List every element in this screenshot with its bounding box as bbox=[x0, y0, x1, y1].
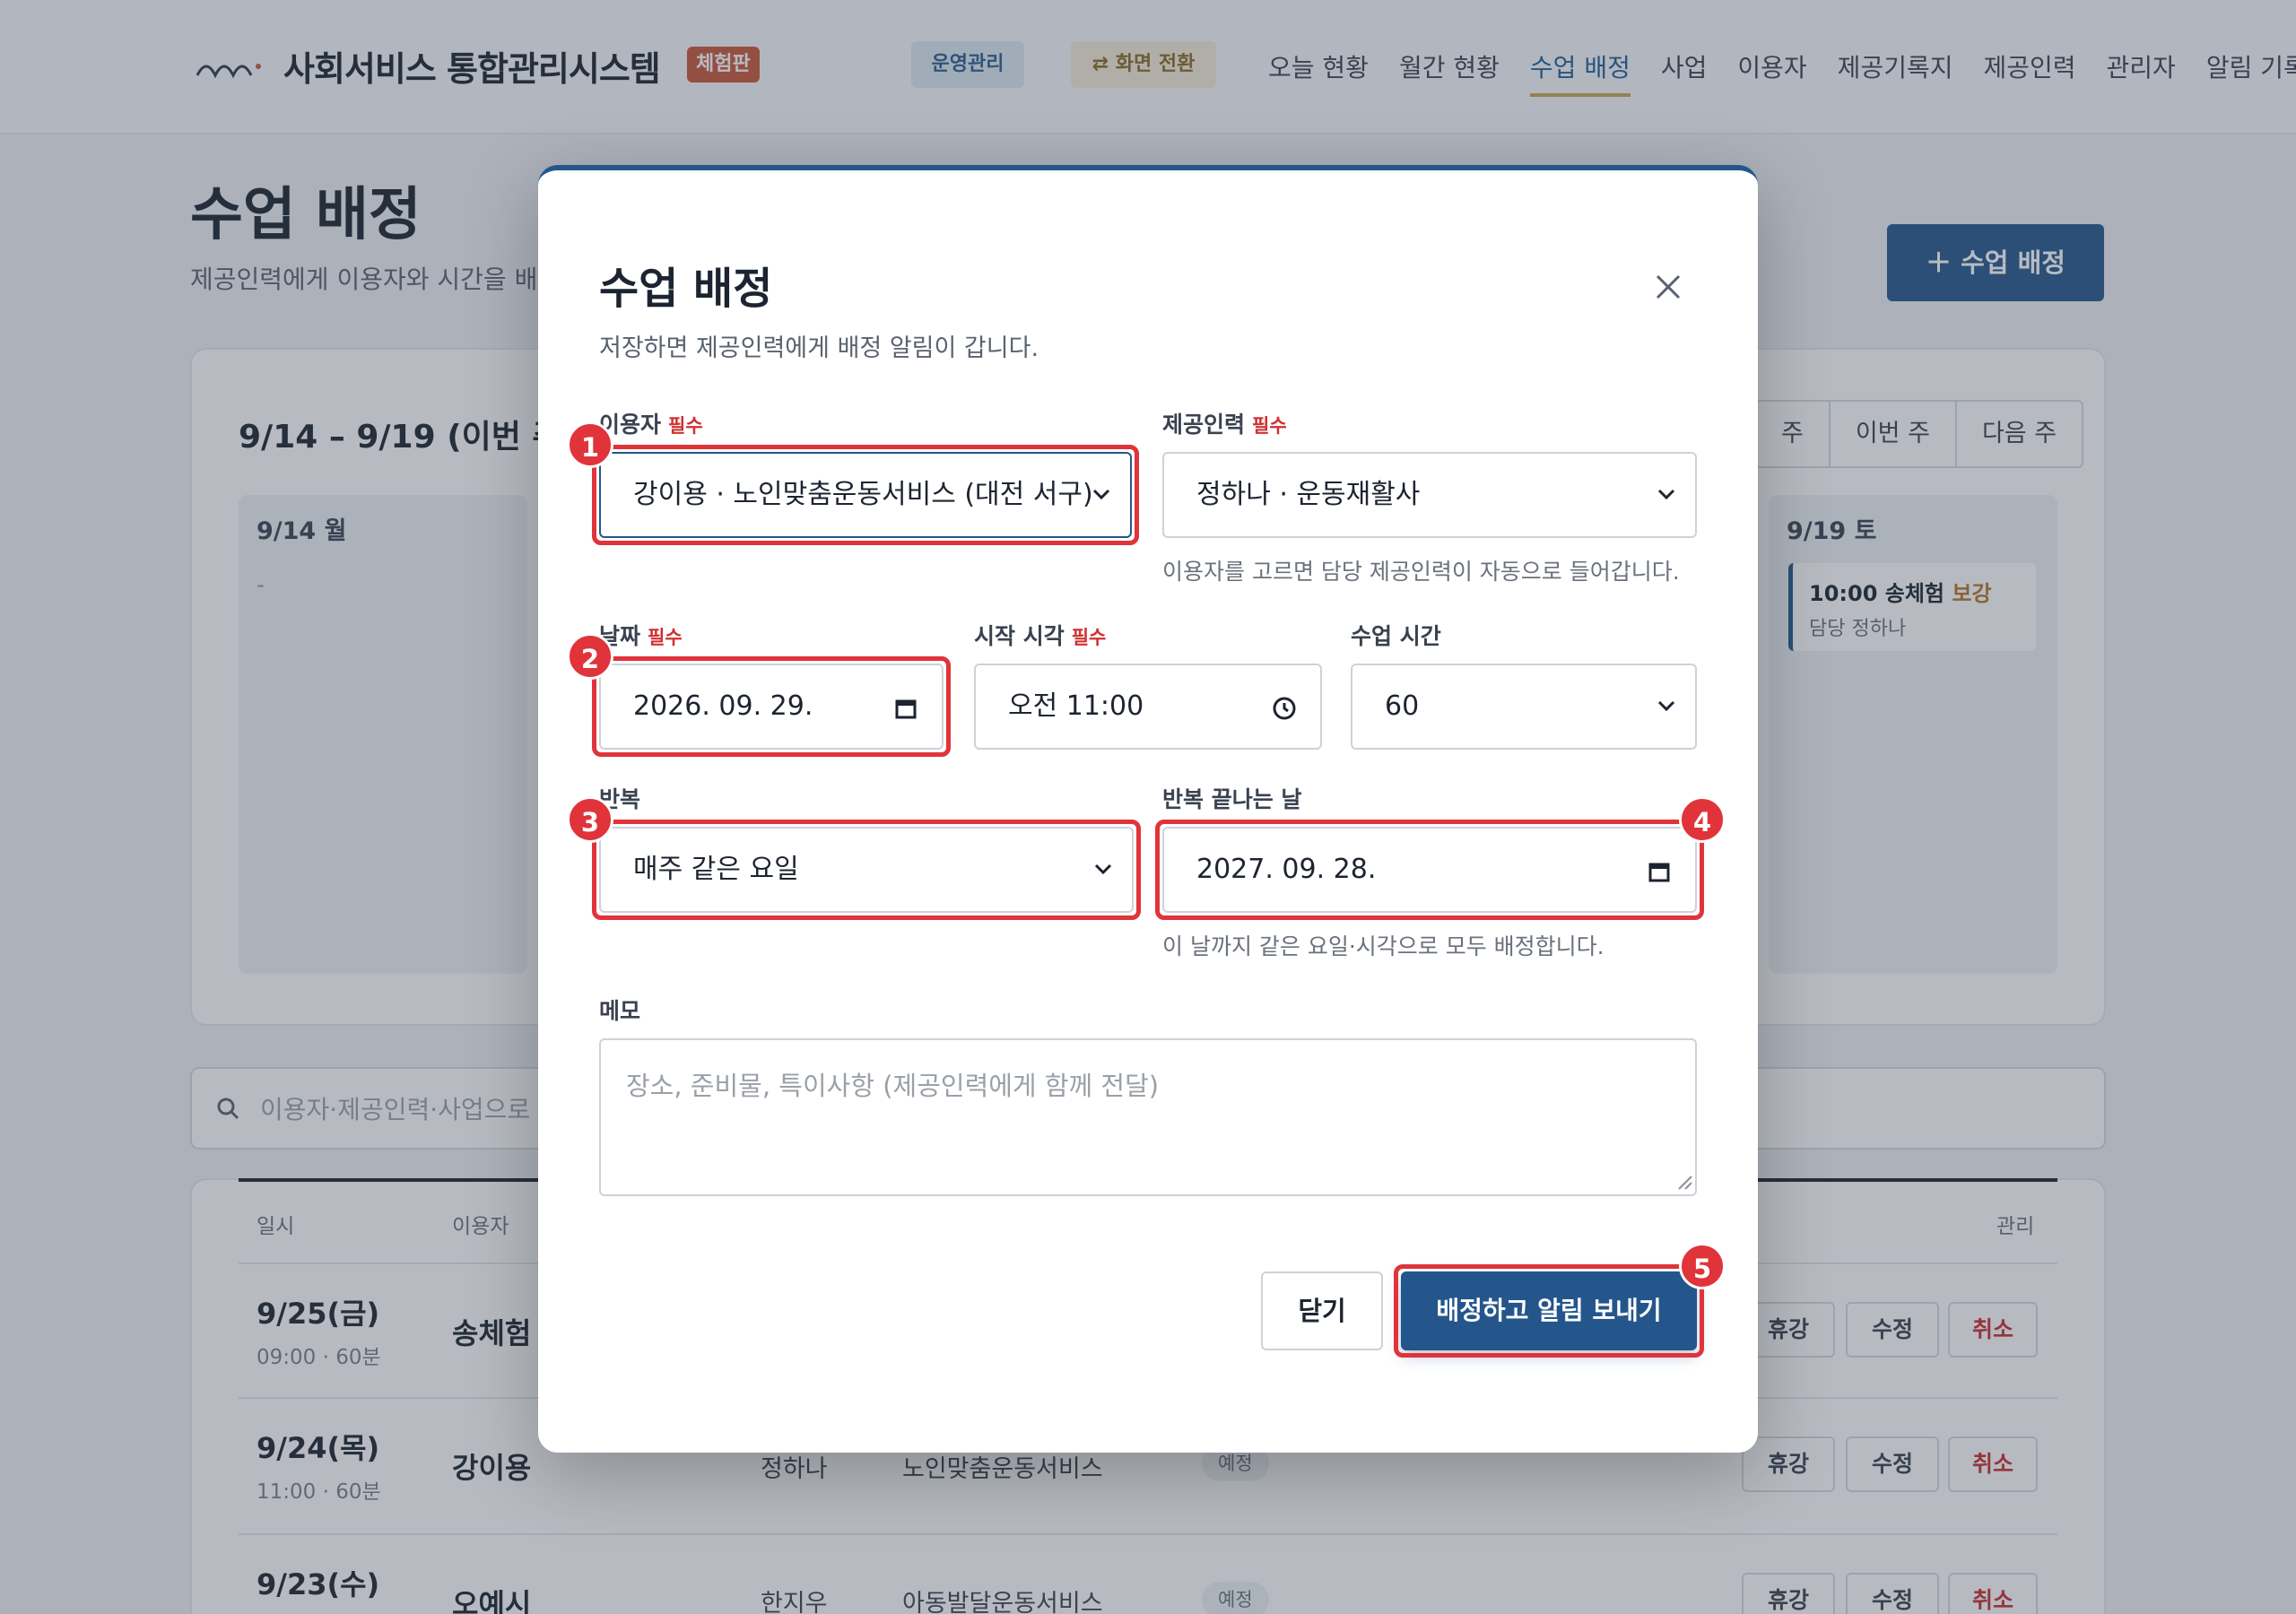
duration-label: 수업 시간 bbox=[1351, 623, 1441, 649]
start-time-label: 시작 시각 필수 bbox=[974, 623, 1107, 649]
callout-badge-1: 1 bbox=[567, 421, 613, 468]
highlight-box-3 bbox=[592, 820, 1141, 920]
user-label: 이용자 필수 bbox=[599, 412, 703, 438]
chevron-down-icon bbox=[1657, 700, 1675, 712]
staff-label: 제공인력 필수 bbox=[1162, 412, 1287, 438]
modal-title: 수업 배정 bbox=[599, 264, 773, 314]
required-mark: 필수 bbox=[668, 415, 703, 437]
chevron-down-icon bbox=[1657, 489, 1675, 500]
resize-handle-icon[interactable] bbox=[1675, 1173, 1693, 1191]
start-time-input[interactable]: 오전 11:00 bbox=[974, 664, 1322, 750]
required-mark: 필수 bbox=[1071, 627, 1107, 648]
close-icon[interactable] bbox=[1648, 267, 1688, 307]
duration-select[interactable]: 60 bbox=[1351, 664, 1697, 750]
memo-textarea[interactable] bbox=[599, 1038, 1697, 1196]
highlight-box-5 bbox=[1394, 1264, 1704, 1358]
modal-close-button[interactable]: 닫기 bbox=[1261, 1271, 1383, 1350]
repeat-end-label: 반복 끝나는 날 bbox=[1162, 786, 1302, 812]
highlight-box-2 bbox=[592, 656, 951, 757]
memo-placeholder: 장소, 준비물, 특이사항 (제공인력에게 함께 전달) bbox=[626, 1071, 1160, 1101]
required-mark: 필수 bbox=[648, 627, 683, 648]
memo-label: 메모 bbox=[599, 998, 641, 1024]
repeat-hint: 이 날까지 같은 요일·시각으로 모두 배정합니다. bbox=[1162, 933, 1605, 959]
clock-icon bbox=[1273, 697, 1296, 720]
staff-hint: 이용자를 고르면 담당 제공인력이 자동으로 들어갑니다. bbox=[1162, 559, 1680, 585]
callout-badge-2: 2 bbox=[567, 633, 613, 680]
highlight-box-4 bbox=[1155, 820, 1704, 920]
highlight-box-1 bbox=[592, 445, 1139, 545]
callout-badge-4: 4 bbox=[1679, 796, 1726, 843]
modal-subtitle: 저장하면 제공인력에게 배정 알림이 갑니다. bbox=[599, 334, 1039, 362]
callout-badge-3: 3 bbox=[567, 796, 613, 843]
required-mark: 필수 bbox=[1252, 415, 1287, 437]
callout-badge-5: 5 bbox=[1679, 1243, 1726, 1289]
staff-select[interactable]: 정하나 · 운동재활사 bbox=[1162, 452, 1697, 538]
date-label: 날짜 필수 bbox=[599, 623, 683, 649]
